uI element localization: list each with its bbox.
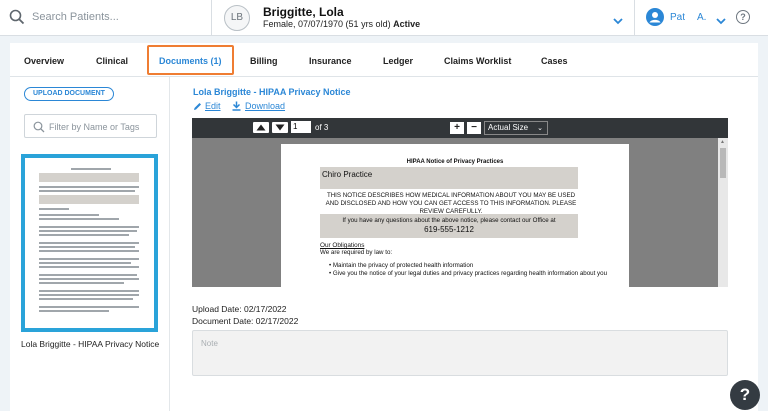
next-page-button[interactable] xyxy=(272,122,288,133)
search-input[interactable]: Search Patients... xyxy=(32,11,119,23)
triangle-up-icon xyxy=(256,124,266,131)
user-chevron-down-icon[interactable] xyxy=(716,12,726,30)
zoom-value: Actual Size xyxy=(488,123,529,132)
tab-clinical[interactable]: Clinical xyxy=(96,56,128,66)
search-icon xyxy=(33,120,45,138)
download-icon xyxy=(232,101,241,111)
pencil-icon xyxy=(194,103,201,110)
pdf-heading: HIPAA Notice of Privacy Practices xyxy=(406,159,504,165)
zoom-in-button[interactable]: + xyxy=(450,122,464,134)
pdf-bullet: • Give you the notice of your legal duti… xyxy=(329,270,608,277)
download-link[interactable]: Download xyxy=(232,101,285,111)
tab-cases[interactable]: Cases xyxy=(541,56,568,66)
scrollbar-thumb[interactable] xyxy=(720,148,726,178)
top-bar: Search Patients... LB Briggitte, Lola Fe… xyxy=(0,0,768,36)
help-icon[interactable]: ? xyxy=(736,10,750,24)
scroll-up-icon[interactable]: ▲ xyxy=(720,139,725,145)
pdf-contact-box: If you have any questions about the abov… xyxy=(320,214,578,238)
pdf-contact-text: If you have any questions about the abov… xyxy=(342,217,556,224)
patient-status: Active xyxy=(393,19,421,29)
document-date: Document Date: 02/17/2022 xyxy=(192,316,299,326)
divider xyxy=(634,0,635,36)
triangle-down-icon xyxy=(275,124,285,131)
pdf-practice-name: Chiro Practice xyxy=(320,167,578,189)
edit-label[interactable]: Edit xyxy=(205,101,221,111)
chevron-down-icon: ⌄ xyxy=(537,125,543,132)
document-list: UPLOAD DOCUMENT Filter by Name or Tags L… xyxy=(10,77,170,411)
user-name[interactable]: Pat xyxy=(670,12,685,23)
patient-name: Briggitte, Lola xyxy=(263,5,344,19)
filter-placeholder: Filter by Name or Tags xyxy=(49,122,140,132)
patient-info: Female, 07/07/1970 (51 yrs old) Active xyxy=(263,19,420,29)
download-label[interactable]: Download xyxy=(245,101,285,111)
tab-billing[interactable]: Billing xyxy=(250,56,278,66)
search-icon xyxy=(9,9,25,30)
upload-date: Upload Date: 02/17/2022 xyxy=(192,304,287,314)
user-initial[interactable]: A. xyxy=(697,12,706,23)
document-thumbnail[interactable] xyxy=(21,154,158,332)
pdf-page: HIPAA Notice of Privacy Practices Chiro … xyxy=(281,144,629,287)
pdf-required-text: We are required by law to: xyxy=(320,249,393,256)
edit-link[interactable]: Edit xyxy=(193,101,221,111)
tab-bar: Overview Clinical Documents (1) Billing … xyxy=(10,43,758,77)
pdf-phone: 619-555-1212 xyxy=(424,225,474,234)
previous-page-button[interactable] xyxy=(253,122,269,133)
upload-document-button[interactable]: UPLOAD DOCUMENT xyxy=(24,87,114,101)
tab-documents[interactable]: Documents (1) xyxy=(147,45,234,75)
page-number-input[interactable]: 1 xyxy=(291,121,311,133)
zoom-out-button[interactable]: − xyxy=(467,122,481,134)
pdf-viewer: 1 of 3 + − Actual Size ⌄ HIPAA Notice of… xyxy=(192,118,728,287)
tab-claims-worklist[interactable]: Claims Worklist xyxy=(444,56,511,66)
tab-ledger[interactable]: Ledger xyxy=(383,56,413,66)
note-field[interactable]: Note xyxy=(192,330,728,376)
patient-search[interactable]: Search Patients... xyxy=(0,0,212,36)
pdf-notice: THIS NOTICE DESCRIBES HOW MEDICAL INFORM… xyxy=(325,192,577,215)
zoom-select[interactable]: Actual Size ⌄ xyxy=(484,121,548,135)
pdf-toolbar: 1 of 3 + − Actual Size ⌄ xyxy=(192,118,728,138)
document-title: Lola Briggitte - HIPAA Privacy Notice xyxy=(193,87,351,97)
tab-insurance[interactable]: Insurance xyxy=(309,56,352,66)
help-button[interactable]: ? xyxy=(730,380,760,410)
pdf-scrollbar[interactable]: ▲ xyxy=(718,138,728,287)
thumbnail-caption[interactable]: Lola Briggitte - HIPAA Privacy Notice xyxy=(21,339,159,349)
patient-avatar: LB xyxy=(224,5,250,31)
patient-chevron-down-icon[interactable] xyxy=(613,12,623,30)
filter-input[interactable]: Filter by Name or Tags xyxy=(24,114,157,138)
page-total: of 3 xyxy=(315,123,329,132)
pdf-bullet: • Maintain the privacy of protected heal… xyxy=(329,262,474,269)
thumbnail-page-image xyxy=(33,164,146,322)
tab-overview[interactable]: Overview xyxy=(24,56,64,66)
note-placeholder: Note xyxy=(201,339,218,348)
pdf-obligations-heading: Our Obligations xyxy=(320,242,365,249)
user-avatar-icon[interactable] xyxy=(646,8,664,31)
patient-demographics: Female, 07/07/1970 (51 yrs old) xyxy=(263,19,391,29)
documents-panel: UPLOAD DOCUMENT Filter by Name or Tags L… xyxy=(10,77,758,411)
